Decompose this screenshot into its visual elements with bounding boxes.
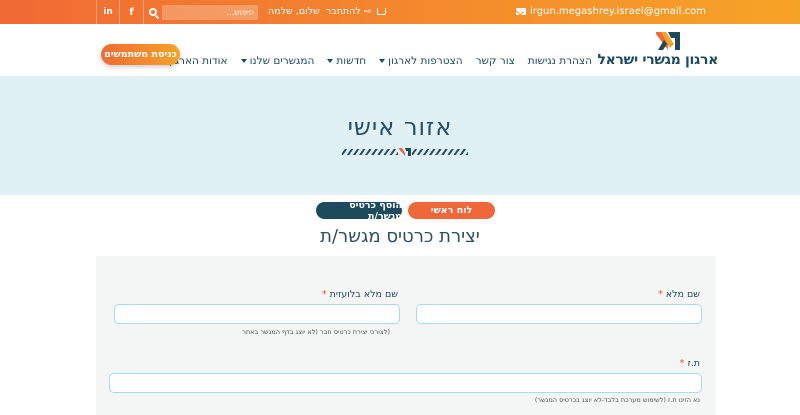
field-label-text: שם מלא בלועזית [329, 289, 398, 300]
nav-item-label[interactable]: הצהרת נגישות [528, 55, 592, 67]
main-nav: אודות הארגון המגשרים שלנו חדשות הצטרפות … [159, 55, 592, 67]
field-label-text: ת.ז [687, 358, 700, 369]
nav-item-contact[interactable]: צור קשר [476, 55, 515, 67]
divider-hatch-left [342, 149, 398, 155]
top-bar: irgun.megashrey.israel@gmail.com in f ⇨ … [0, 0, 800, 24]
required-mark: * [321, 289, 327, 300]
login-link-label[interactable]: להתחבר [326, 6, 361, 17]
divider-hatch-right [412, 149, 468, 155]
page-title: אזור אישי [347, 113, 453, 141]
basket-icon[interactable] [377, 8, 387, 15]
nav-item-label[interactable]: חדשות [336, 55, 366, 67]
section-title: יצירת כרטיס מגשר/ת [320, 226, 480, 247]
contact-email[interactable]: irgun.megashrey.israel@gmail.com [515, 6, 706, 17]
required-mark: * [679, 358, 685, 369]
chevron-down-icon [379, 59, 386, 63]
full-name-label: שם מלא * [658, 289, 700, 300]
nav-item-mediators[interactable]: המגשרים שלנו [240, 55, 315, 67]
mediator-card-form: שם מלא * שם מלא בלועזית * (לצורכי יצירת … [96, 256, 716, 415]
user-login-button[interactable]: כניסת משתמשים [101, 44, 180, 65]
tab-add-card[interactable]: הוסף כרטיס מגשר/ת [316, 200, 402, 222]
site-logo[interactable]: ארגון מגשרי ישראל [597, 30, 718, 72]
id-number-hint: נא הזינו ת.ז (לשימוש מערכת בלבד-לא יוצג … [534, 396, 700, 404]
nav-item-news[interactable]: חדשות [327, 55, 366, 67]
full-name-field[interactable] [416, 304, 702, 324]
chevron-down-icon [327, 59, 334, 63]
nav-item-label[interactable]: צור קשר [476, 55, 515, 67]
nav-item-accessibility[interactable]: הצהרת נגישות [528, 55, 592, 67]
logo-text[interactable]: ארגון מגשרי ישראל [597, 52, 718, 68]
page-hero: אזור אישי [0, 76, 800, 195]
full-name-latin-field[interactable] [114, 304, 400, 324]
linkedin-icon[interactable]: in [96, 0, 120, 24]
title-divider [342, 148, 468, 156]
search-input[interactable] [162, 5, 258, 20]
id-label: ת.ז * [680, 358, 700, 369]
search-button[interactable] [146, 5, 160, 19]
field-label-text: שם מלא [665, 289, 700, 300]
nav-item-label[interactable]: המגשרים שלנו [250, 55, 315, 67]
facebook-icon[interactable]: f [120, 0, 144, 24]
nav-item-label[interactable]: הצטרפות לארגון [388, 55, 462, 67]
logo-mark-icon [656, 32, 680, 50]
login-icon: ⇨ [363, 7, 372, 17]
full-name-latin-label: שם מלא בלועזית * [322, 289, 398, 300]
nav-item-join[interactable]: הצטרפות לארגון [379, 55, 463, 67]
required-mark: * [657, 289, 663, 300]
tab-dashboard[interactable]: לוח ראשי [408, 202, 495, 219]
mail-icon [515, 8, 526, 15]
id-number-field[interactable] [109, 373, 702, 393]
greeting-text: שלום, שלמה [268, 6, 320, 17]
email-text[interactable]: irgun.megashrey.israel@gmail.com [530, 6, 706, 17]
login-link[interactable]: ⇨ להתחבר [326, 6, 372, 17]
divider-logo-icon [399, 148, 411, 156]
full-name-latin-hint: (לצורכי יצירת כרטיס חבר (לא יוצג בדף המג… [242, 328, 390, 336]
search-icon [149, 8, 157, 16]
user-greeting: ⇨ להתחבר שלום, שלמה [268, 6, 387, 17]
chevron-down-icon [240, 59, 247, 63]
